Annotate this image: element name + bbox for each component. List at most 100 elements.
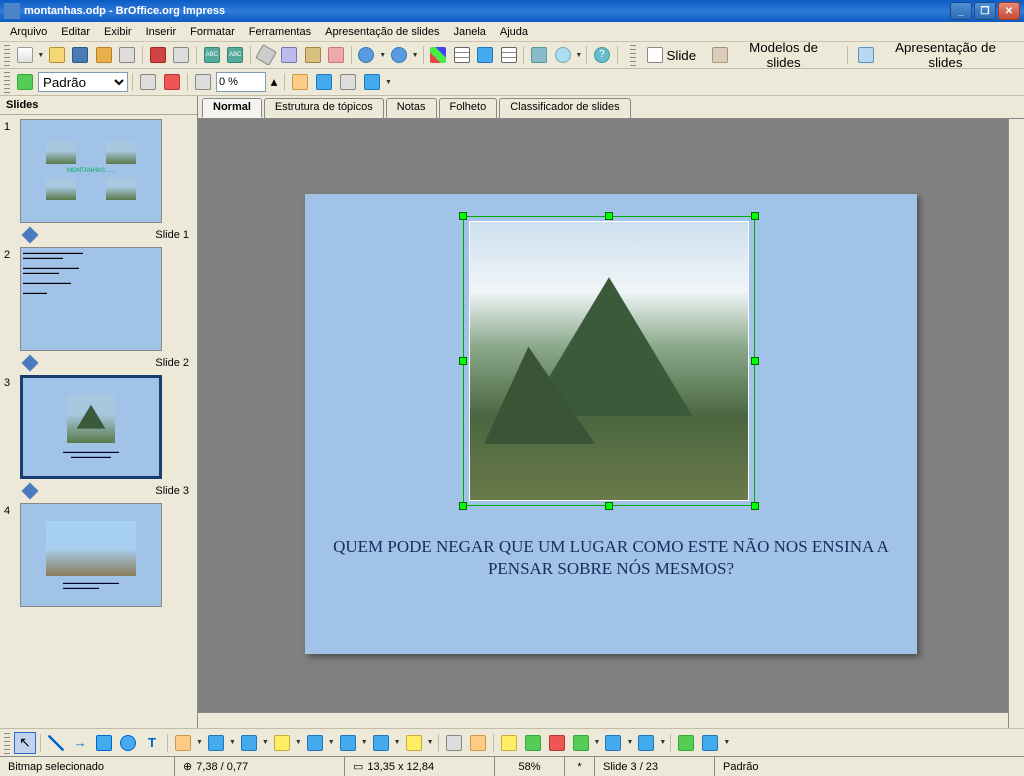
close-button[interactable]: ✕ <box>998 2 1020 20</box>
align-tool[interactable] <box>602 732 624 754</box>
grid-button[interactable] <box>498 44 519 66</box>
tab-outline[interactable]: Estrutura de tópicos <box>264 98 384 118</box>
status-zoom[interactable]: 58% <box>495 757 565 776</box>
presentation-button[interactable]: Apresentação de slides <box>851 44 1019 66</box>
tab-normal[interactable]: Normal <box>202 98 262 118</box>
slide-thumb-1[interactable]: MONTANHAS ..... <box>20 119 162 223</box>
undo-button[interactable] <box>356 44 377 66</box>
slide-button[interactable]: Slide <box>640 44 704 66</box>
open-button[interactable] <box>46 44 67 66</box>
toolbar-grip-3[interactable] <box>4 71 10 93</box>
handle-bc[interactable] <box>605 502 613 510</box>
zoom-button[interactable] <box>552 44 573 66</box>
handle-br[interactable] <box>751 502 759 510</box>
points-tool[interactable] <box>443 732 465 754</box>
connector-tool[interactable] <box>205 732 227 754</box>
transparency-button[interactable] <box>313 71 335 93</box>
zoom-up[interactable]: ▴ <box>268 71 280 93</box>
interaction-tool[interactable] <box>699 732 721 754</box>
paste-button[interactable] <box>302 44 323 66</box>
arrange-button[interactable] <box>361 71 383 93</box>
color-button[interactable] <box>137 71 159 93</box>
slides-list[interactable]: 1 MONTANHAS ..... Slide 1 2 ▬▬▬▬▬▬▬▬▬▬▬▬… <box>0 115 197 728</box>
curve-tool[interactable] <box>172 732 194 754</box>
tab-handout[interactable]: Folheto <box>439 98 498 118</box>
handle-bl[interactable] <box>459 502 467 510</box>
flowchart-tool[interactable] <box>337 732 359 754</box>
text-tool[interactable]: T <box>141 732 163 754</box>
zoom-input[interactable] <box>216 72 266 92</box>
menu-exibir[interactable]: Exibir <box>98 25 138 39</box>
spellcheck-button[interactable]: ABC <box>201 44 222 66</box>
toolbar-grip[interactable] <box>4 44 10 66</box>
fontwork-tool[interactable] <box>498 732 520 754</box>
ellipse-tool[interactable] <box>117 732 139 754</box>
shapes-tool[interactable] <box>238 732 260 754</box>
minimize-button[interactable]: _ <box>950 2 972 20</box>
toolbar-grip-2[interactable] <box>630 44 636 66</box>
slide-item-2[interactable]: 2 ▬▬▬▬▬▬▬▬▬▬▬▬▬▬▬▬▬▬▬▬▬▬▬▬▬▬▬▬▬▬▬▬▬▬▬▬▬▬… <box>4 247 193 351</box>
shadow-button[interactable] <box>192 71 214 93</box>
slide-thumb-2[interactable]: ▬▬▬▬▬▬▬▬▬▬▬▬▬▬▬▬▬▬▬▬▬▬▬▬▬▬▬▬▬▬▬▬▬▬▬▬▬▬▬▬… <box>20 247 162 351</box>
slide-item-4[interactable]: 4 ▬▬▬▬▬▬▬▬▬▬▬▬▬▬▬▬▬▬▬▬▬▬▬ <box>4 503 193 607</box>
help-button[interactable]: ? <box>591 44 612 66</box>
symbol-tool[interactable] <box>271 732 293 754</box>
rect-tool[interactable] <box>93 732 115 754</box>
slide-item-3[interactable]: 3 ▬▬▬▬▬▬▬▬▬▬▬▬▬▬▬▬▬▬▬▬▬▬▬▬ <box>4 375 193 479</box>
menu-arquivo[interactable]: Arquivo <box>4 25 53 39</box>
menu-ajuda[interactable]: Ajuda <box>494 25 534 39</box>
styles-button[interactable] <box>14 71 36 93</box>
chart-button[interactable] <box>428 44 449 66</box>
select-tool[interactable]: ↖ <box>14 732 36 754</box>
new-button[interactable] <box>14 44 35 66</box>
extrusion-tool[interactable] <box>675 732 697 754</box>
crop-button[interactable] <box>289 71 311 93</box>
redo-button[interactable] <box>388 44 409 66</box>
redfilter-button[interactable] <box>161 71 183 93</box>
line-tool[interactable] <box>45 732 67 754</box>
gallery-tool[interactable] <box>546 732 568 754</box>
handle-ml[interactable] <box>459 357 467 365</box>
callout-tool[interactable] <box>370 732 392 754</box>
flip-button[interactable] <box>337 71 359 93</box>
handle-tr[interactable] <box>751 212 759 220</box>
menu-apresentacao[interactable]: Apresentação de slides <box>319 25 445 39</box>
print-button[interactable] <box>171 44 192 66</box>
handle-tc[interactable] <box>605 212 613 220</box>
current-slide[interactable]: QUEM PODE NEGAR QUE UM LUGAR COMO ESTE N… <box>305 194 917 654</box>
hyperlink-button[interactable] <box>474 44 495 66</box>
mail-button[interactable] <box>93 44 114 66</box>
copy-button[interactable] <box>278 44 299 66</box>
arrange2-tool[interactable] <box>635 732 657 754</box>
cut-button[interactable] <box>255 44 276 66</box>
slide-item-1[interactable]: 1 MONTANHAS ..... <box>4 119 193 223</box>
menu-janela[interactable]: Janela <box>447 25 491 39</box>
pdf-button[interactable] <box>147 44 168 66</box>
menu-formatar[interactable]: Formatar <box>184 25 241 39</box>
table-button[interactable] <box>451 44 472 66</box>
formatbrush-button[interactable] <box>325 44 346 66</box>
save-button[interactable] <box>70 44 91 66</box>
tab-notes[interactable]: Notas <box>386 98 437 118</box>
arrow-tool[interactable]: → <box>69 732 91 754</box>
menu-editar[interactable]: Editar <box>55 25 96 39</box>
menu-ferramentas[interactable]: Ferramentas <box>243 25 317 39</box>
slide-thumb-3[interactable]: ▬▬▬▬▬▬▬▬▬▬▬▬▬▬▬▬▬▬▬▬▬▬▬▬ <box>20 375 162 479</box>
arrows-tool[interactable] <box>304 732 326 754</box>
glue-tool[interactable] <box>467 732 489 754</box>
restore-button[interactable]: ❐ <box>974 2 996 20</box>
models-button[interactable]: Modelos de slides <box>705 44 842 66</box>
scrollbar-vertical[interactable] <box>1008 119 1024 728</box>
scrollbar-horizontal[interactable] <box>198 712 1008 728</box>
star-tool[interactable] <box>403 732 425 754</box>
autospell-button[interactable]: ABC <box>224 44 245 66</box>
selection-box[interactable] <box>463 216 755 506</box>
edit-button[interactable] <box>117 44 138 66</box>
slide-thumb-4[interactable]: ▬▬▬▬▬▬▬▬▬▬▬▬▬▬▬▬▬▬▬▬▬▬▬ <box>20 503 162 607</box>
toolbar-grip-bottom[interactable] <box>4 732 10 754</box>
navigator-button[interactable] <box>528 44 549 66</box>
slide-text[interactable]: QUEM PODE NEGAR QUE UM LUGAR COMO ESTE N… <box>305 536 917 580</box>
handle-mr[interactable] <box>751 357 759 365</box>
canvas[interactable]: QUEM PODE NEGAR QUE UM LUGAR COMO ESTE N… <box>198 118 1024 728</box>
handle-tl[interactable] <box>459 212 467 220</box>
